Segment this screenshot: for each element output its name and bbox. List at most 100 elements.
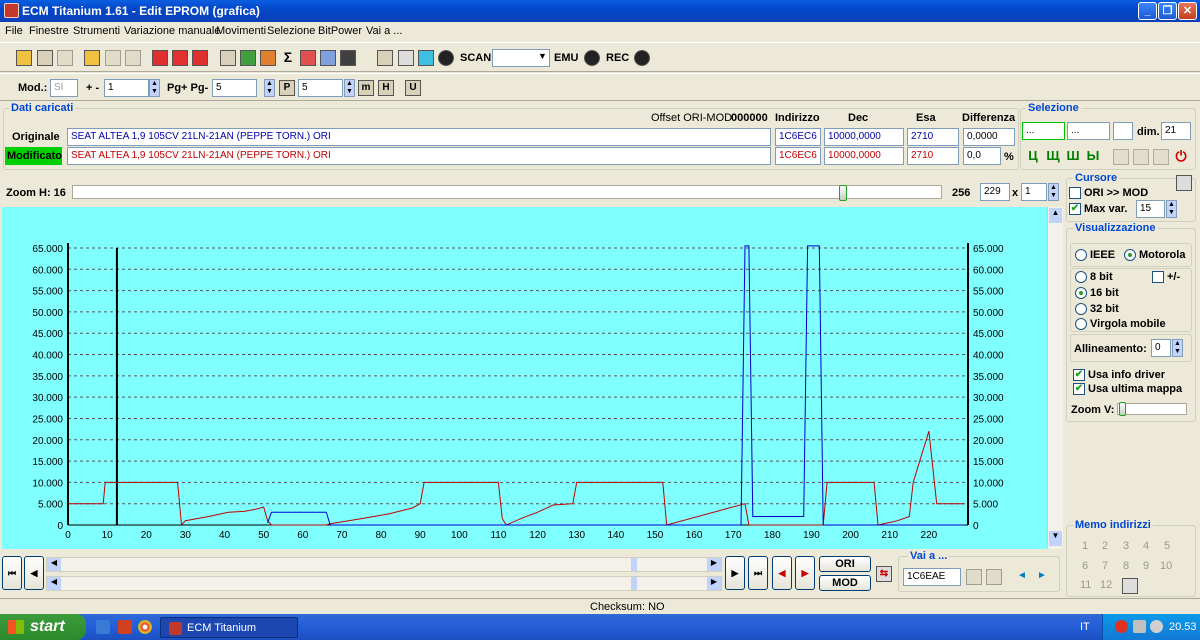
checklist-icon[interactable] bbox=[152, 50, 168, 66]
menu-finestre[interactable]: Finestre bbox=[29, 25, 69, 37]
copy-sel-icon[interactable] bbox=[1113, 149, 1129, 165]
compare-icon[interactable] bbox=[220, 50, 236, 66]
start-button[interactable]: start bbox=[0, 614, 86, 640]
dim-input[interactable]: 21 bbox=[1161, 122, 1191, 140]
home-icon[interactable] bbox=[16, 50, 32, 66]
p-input[interactable]: 5 bbox=[298, 79, 343, 97]
save-icon[interactable] bbox=[105, 50, 121, 66]
calculator-icon[interactable] bbox=[260, 50, 276, 66]
chart-vertical-scrollbar[interactable]: ▲ ▼ bbox=[1047, 207, 1063, 549]
memo-item-7[interactable]: 7 bbox=[1102, 560, 1108, 572]
modificato-esa[interactable]: 2710 bbox=[907, 147, 959, 165]
mod-scroll-right-icon[interactable]: ▶ bbox=[707, 577, 721, 590]
ori-scroll-thumb[interactable] bbox=[631, 558, 637, 571]
plusminus-spinner[interactable]: ▲ ▼ bbox=[149, 79, 160, 97]
runner-icon[interactable] bbox=[418, 50, 434, 66]
swap-icon[interactable]: ⇆ bbox=[876, 566, 892, 582]
menu-vai-a[interactable]: Vai a ... bbox=[366, 25, 402, 37]
chart-area[interactable]: 0 0 5.000 5.000 10.000 10.000 15.000 15.000 20.0… bbox=[2, 207, 1048, 549]
scroll-down-icon[interactable]: ▼ bbox=[1049, 531, 1062, 546]
scroll-up-icon[interactable]: ▲ bbox=[1049, 208, 1062, 223]
ori-scroll-right-icon[interactable]: ▶ bbox=[707, 558, 721, 571]
maximize-button[interactable]: ❐ bbox=[1158, 2, 1177, 20]
mod-scroll-thumb[interactable] bbox=[631, 577, 637, 590]
page-icon[interactable] bbox=[57, 50, 73, 66]
copy-icon[interactable] bbox=[37, 50, 53, 66]
memo-item-9[interactable]: 9 bbox=[1143, 560, 1149, 572]
plusminus-input[interactable]: 1 bbox=[104, 79, 149, 97]
page-jump-icon[interactable]: P bbox=[279, 80, 295, 96]
memo-item-3[interactable]: 3 bbox=[1123, 540, 1129, 552]
menu-variazione-manuale[interactable]: Variazione manuale bbox=[124, 25, 220, 37]
memo-item-8[interactable]: 8 bbox=[1123, 560, 1129, 572]
rec-icon[interactable] bbox=[634, 50, 650, 66]
mod-scroll-left-icon[interactable]: ◀ bbox=[47, 577, 61, 590]
memo-item-2[interactable]: 2 bbox=[1102, 540, 1108, 552]
originale-esa[interactable]: 2710 bbox=[907, 128, 959, 146]
lock-icon[interactable] bbox=[398, 50, 414, 66]
mod-button[interactable]: MOD bbox=[819, 575, 871, 591]
language-indicator[interactable]: IT bbox=[1080, 621, 1090, 633]
minimize-button[interactable]: _ bbox=[1138, 2, 1157, 20]
paint-icon[interactable] bbox=[300, 50, 316, 66]
select-end-icon[interactable]: Щ bbox=[1045, 149, 1061, 165]
first-page-icon[interactable]: ⏮ bbox=[2, 556, 22, 590]
checksum-icon[interactable] bbox=[172, 50, 188, 66]
modificato-dec[interactable]: 10000,0000 bbox=[824, 147, 904, 165]
mod-hscrollbar[interactable]: ◀ ▶ bbox=[46, 576, 722, 591]
virgola-radio[interactable] bbox=[1075, 318, 1087, 330]
show-desktop-icon[interactable] bbox=[96, 620, 110, 634]
lock-cursor-icon[interactable] bbox=[1176, 175, 1192, 191]
memo-item-5[interactable]: 5 bbox=[1164, 540, 1170, 552]
mod-input[interactable]: SI bbox=[50, 79, 78, 97]
bit32-radio[interactable] bbox=[1075, 303, 1087, 315]
selezione-to[interactable]: ... bbox=[1067, 122, 1110, 140]
motorola-radio[interactable] bbox=[1124, 249, 1136, 261]
select-all-icon[interactable]: Ы bbox=[1085, 149, 1101, 165]
menu-file[interactable]: File bbox=[5, 25, 23, 37]
bit16-radio[interactable] bbox=[1075, 287, 1087, 299]
ori-scroll-left-icon[interactable]: ◀ bbox=[47, 558, 61, 571]
map-icon[interactable] bbox=[240, 50, 256, 66]
p-spinner[interactable]: ▲ ▼ bbox=[344, 79, 355, 97]
volume-icon[interactable] bbox=[1150, 620, 1163, 633]
zoom-value-input[interactable]: 229 bbox=[980, 183, 1010, 201]
memo-item-10[interactable]: 10 bbox=[1160, 560, 1172, 572]
allineamento-input[interactable]: 0 bbox=[1151, 339, 1171, 357]
chevron-down-icon[interactable]: ▼ bbox=[538, 51, 547, 61]
memo-item-1[interactable]: 1 bbox=[1082, 540, 1088, 552]
chrome-icon[interactable] bbox=[138, 620, 152, 634]
prev-marker-icon[interactable]: ◄ bbox=[1014, 569, 1030, 585]
pg-input[interactable]: 5 bbox=[212, 79, 257, 97]
maxvar-checkbox[interactable]: ✔ bbox=[1069, 203, 1081, 215]
modificato-name-field[interactable]: SEAT ALTEA 1,9 105CV 21LN-21AN (PEPPE TO… bbox=[67, 147, 771, 165]
originale-indirizzo[interactable]: 1C6EC6 bbox=[775, 128, 821, 146]
ieee-radio[interactable] bbox=[1075, 249, 1087, 261]
clear-sel-icon[interactable] bbox=[1153, 149, 1169, 165]
zoom-mult-input[interactable]: 1 bbox=[1021, 183, 1047, 201]
originale-name-field[interactable]: SEAT ALTEA 1,9 105CV 21LN-21AN (PEPPE TO… bbox=[67, 128, 771, 146]
ecm-quicklaunch-icon[interactable] bbox=[118, 620, 132, 634]
allineamento-spinner[interactable]: ▲ ▼ bbox=[1172, 339, 1183, 357]
taskbar-app-ecm[interactable]: ECM Titanium bbox=[160, 617, 298, 638]
layout-icon[interactable] bbox=[377, 50, 393, 66]
m-icon[interactable]: m bbox=[358, 80, 374, 96]
binoculars-icon[interactable] bbox=[340, 50, 356, 66]
last-page-icon[interactable]: ⏭ bbox=[748, 556, 768, 590]
menu-movimenti[interactable]: Movimenti bbox=[216, 25, 266, 37]
h-icon[interactable]: H bbox=[378, 80, 394, 96]
originale-dec[interactable]: 10000,0000 bbox=[824, 128, 904, 146]
memo-item-11[interactable]: 11 bbox=[1080, 579, 1091, 591]
next-page-icon[interactable]: ▶ bbox=[725, 556, 745, 590]
save-as-icon[interactable] bbox=[125, 50, 141, 66]
maxvar-spinner[interactable]: ▲ ▼ bbox=[1166, 200, 1177, 218]
menu-strumenti[interactable]: Strumenti bbox=[73, 25, 120, 37]
power-icon[interactable]: ⏻ bbox=[1173, 149, 1189, 165]
zoom-h-thumb[interactable] bbox=[839, 185, 847, 201]
maxvar-input[interactable]: 15 bbox=[1136, 200, 1165, 218]
u-icon[interactable]: U bbox=[405, 80, 421, 96]
usa-ultima-mappa-checkbox[interactable]: ✔ bbox=[1073, 383, 1085, 395]
emu-icon[interactable] bbox=[584, 50, 600, 66]
memo-item-4[interactable]: 4 bbox=[1143, 540, 1149, 552]
network-icon[interactable] bbox=[1133, 620, 1146, 633]
